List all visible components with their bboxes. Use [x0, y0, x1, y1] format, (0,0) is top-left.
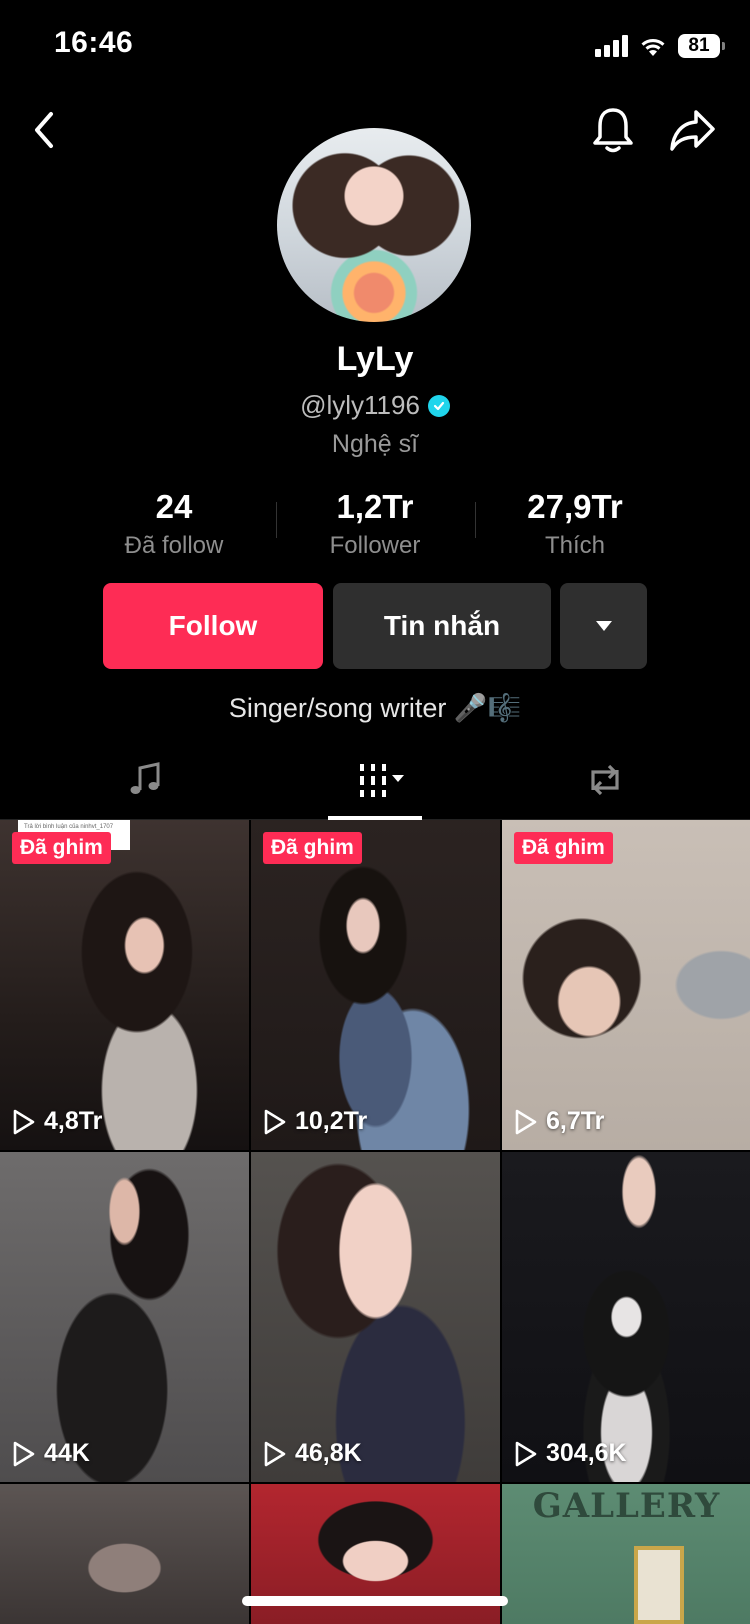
avatar[interactable]	[277, 128, 471, 322]
profile-handle: @lyly1196	[300, 390, 420, 420]
video-thumbnail[interactable]: GALLERY	[502, 1484, 750, 1624]
view-count-value: 4,8Tr	[44, 1107, 103, 1135]
message-button[interactable]: Tin nhắn	[333, 583, 551, 669]
view-count: 10,2Tr	[263, 1107, 367, 1136]
view-count: 46,8K	[263, 1439, 362, 1468]
play-outline-icon	[13, 1109, 35, 1134]
view-count-value: 44K	[44, 1439, 90, 1467]
share-button[interactable]	[664, 102, 720, 158]
stat-following-label: Đã follow	[124, 532, 224, 559]
stat-followers[interactable]: 1,2Tr Follower	[285, 488, 465, 560]
follow-button[interactable]: Follow	[103, 583, 323, 669]
home-indicator[interactable]	[242, 1596, 508, 1606]
wifi-icon	[641, 39, 665, 56]
view-count-value: 304,6K	[546, 1439, 627, 1467]
tab-reposts[interactable]	[560, 740, 650, 820]
notification-button[interactable]	[585, 102, 641, 158]
stat-divider	[276, 502, 277, 538]
play-outline-icon	[264, 1109, 286, 1134]
video-grid: Trả lời bình luận của ninhvt_1707 Đã ghi…	[0, 820, 750, 1624]
pinned-badge: Đã ghim	[514, 832, 613, 864]
play-outline-icon	[515, 1441, 537, 1466]
picture-frame	[634, 1546, 684, 1624]
repost-icon	[591, 764, 619, 796]
content-tabs	[0, 740, 750, 820]
view-count-value: 10,2Tr	[295, 1107, 368, 1135]
verified-badge-icon	[427, 394, 450, 417]
stat-followers-value: 1,2Tr	[336, 488, 414, 525]
grid-bars-icon	[360, 764, 404, 797]
profile-stats: 24 Đã follow 1,2Tr Follower 27,9Tr Thích	[0, 488, 750, 560]
gallery-sign-text: GALLERY	[532, 1486, 721, 1526]
tab-videos[interactable]	[328, 740, 422, 820]
back-button[interactable]	[16, 102, 72, 158]
stat-likes[interactable]: 27,9Tr Thích	[485, 488, 665, 560]
video-thumbnail[interactable]: Đã ghim 6,7Tr	[502, 820, 750, 1150]
music-note-icon	[130, 762, 160, 794]
video-thumbnail[interactable]	[0, 1484, 249, 1624]
video-thumbnail[interactable]: 44K	[0, 1152, 249, 1482]
stat-following-value: 24	[155, 488, 193, 525]
profile-bio: Singer/song writer 🎤🎼	[228, 693, 522, 723]
signal-icon	[595, 35, 628, 57]
stat-following[interactable]: 24 Đã follow	[84, 488, 264, 560]
stat-divider	[475, 502, 476, 538]
video-thumbnail[interactable]: 46,8K	[251, 1152, 500, 1482]
profile-name: LyLy	[336, 340, 414, 378]
status-icons: 81	[595, 30, 725, 62]
view-count-value: 6,7Tr	[546, 1107, 605, 1135]
stat-likes-label: Thích	[544, 532, 606, 559]
view-count: 6,7Tr	[514, 1107, 604, 1136]
profile-role: Nghệ sĩ	[331, 430, 419, 458]
play-outline-icon	[13, 1441, 35, 1466]
video-thumbnail[interactable]: Trả lời bình luận của ninhvt_1707 Đã ghi…	[0, 820, 249, 1150]
status-time: 16:46	[54, 26, 134, 59]
bell-icon	[593, 108, 633, 153]
play-outline-icon	[264, 1441, 286, 1466]
battery-icon: 81	[678, 34, 725, 58]
chevron-left-icon	[35, 112, 53, 148]
caret-down-icon	[595, 621, 612, 631]
video-thumbnail[interactable]: 304,6K	[502, 1152, 750, 1482]
view-count: 304,6K	[514, 1439, 627, 1468]
pinned-badge: Đã ghim	[263, 832, 362, 864]
handle-row: @lyly1196	[0, 390, 750, 421]
tab-music[interactable]	[100, 740, 190, 820]
more-options-button[interactable]	[560, 583, 647, 669]
view-count-value: 46,8K	[295, 1439, 362, 1467]
status-bar: 16:46 81	[0, 0, 750, 90]
pinned-badge: Đã ghim	[12, 832, 111, 864]
stat-followers-label: Follower	[329, 532, 421, 559]
play-outline-icon	[515, 1109, 537, 1134]
view-count: 44K	[12, 1439, 90, 1468]
view-count: 4,8Tr	[12, 1107, 102, 1136]
video-thumbnail[interactable]: Đã ghim 10,2Tr	[251, 820, 500, 1150]
share-arrow-icon	[670, 110, 715, 151]
stat-likes-value: 27,9Tr	[527, 488, 623, 525]
